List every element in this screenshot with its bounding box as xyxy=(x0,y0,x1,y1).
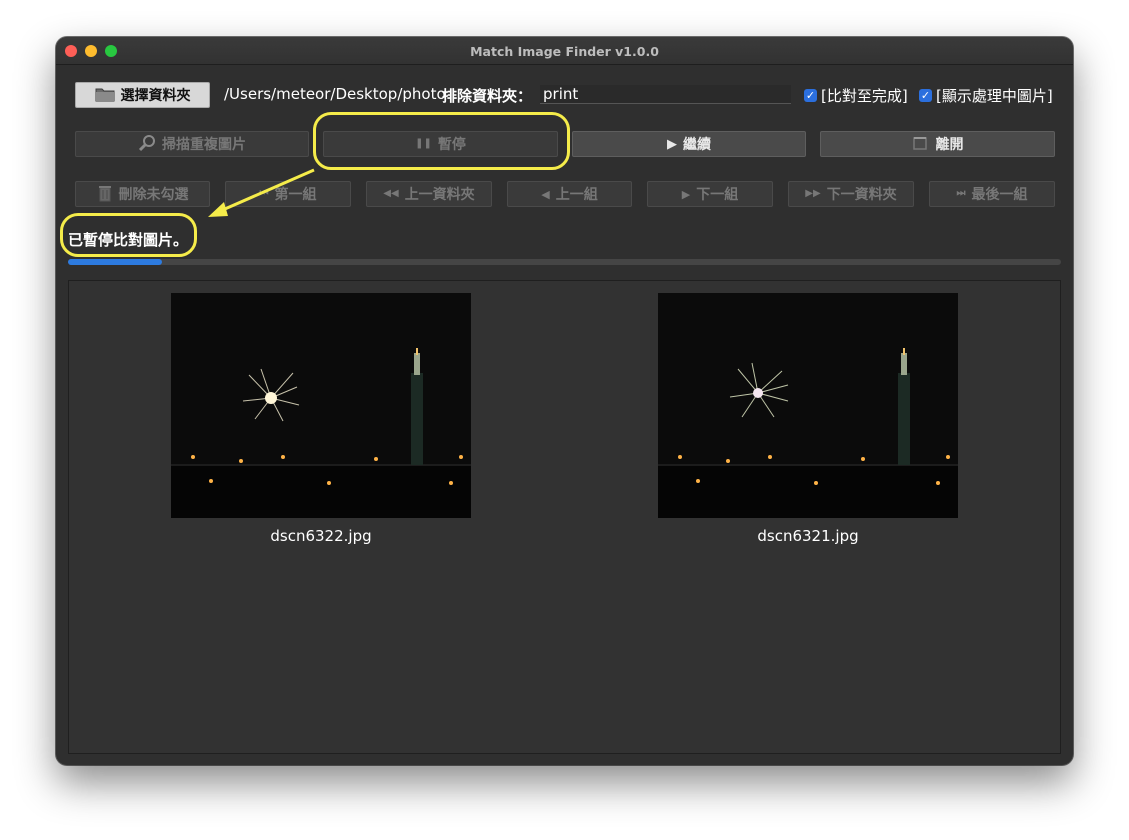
previous-folder-label: 上一資料夾 xyxy=(404,187,475,203)
skip-last-icon: ⏭ xyxy=(956,188,966,199)
annotation-arrow xyxy=(208,168,315,217)
trash-icon xyxy=(97,184,113,205)
exclude-folder-input[interactable]: print xyxy=(540,85,791,104)
delete-unchecked-button[interactable]: 刪除未勾選 xyxy=(75,181,210,207)
next-folder-label: 下一資料夾 xyxy=(826,187,897,203)
show-processing-images-checkbox[interactable]: ✓ [顯示處理中圖片] xyxy=(919,85,1053,106)
exclude-folder-label: 排除資料夾： xyxy=(442,87,533,105)
exit-label: 離開 xyxy=(935,137,964,153)
next-group-label: 下一組 xyxy=(696,187,739,203)
last-group-label: 最後一組 xyxy=(971,187,1028,203)
status-message: 已暫停比對圖片。 xyxy=(68,231,189,249)
image-filename-right: dscn6321.jpg xyxy=(757,527,859,545)
next-group-button[interactable]: ▶ 下一組 xyxy=(647,181,773,207)
image-compare-panel: dscn6322.jpg dscn6321.jpg xyxy=(68,280,1061,754)
previous-folder-button[interactable]: ◀◀ 上一資料夾 xyxy=(366,181,492,207)
exit-button[interactable]: 離開 xyxy=(820,131,1055,157)
checkbox-checked-icon: ✓ xyxy=(919,89,932,102)
compare-to-complete-label: [比對至完成] xyxy=(821,87,908,105)
previous-group-label: 上一組 xyxy=(555,187,598,203)
continue-label: 繼續 xyxy=(683,137,711,153)
last-group-button[interactable]: ⏭ 最後一組 xyxy=(929,181,1055,207)
checkbox-checked-icon: ✓ xyxy=(804,89,817,102)
exit-icon xyxy=(912,135,930,154)
fast-forward-icon: ▶▶ xyxy=(805,188,821,199)
next-icon: ▶ xyxy=(681,187,691,201)
choose-folder-label: 選擇資料夾 xyxy=(120,88,191,104)
show-processing-images-label: [顯示處理中圖片] xyxy=(936,87,1053,105)
app-window: Match Image Finder v1.0.0 選擇資料夾 /Users/m… xyxy=(56,37,1073,765)
continue-button[interactable]: ▶ 繼續 xyxy=(572,131,806,157)
next-folder-button[interactable]: ▶▶ 下一資料夾 xyxy=(788,181,914,207)
image-filename-left: dscn6322.jpg xyxy=(270,527,372,545)
delete-unchecked-label: 刪除未勾選 xyxy=(118,187,189,203)
scan-duplicates-button[interactable]: 掃描重複圖片 xyxy=(75,131,309,157)
previous-group-button[interactable]: ◀ 上一組 xyxy=(507,181,632,207)
scan-duplicates-label: 掃描重複圖片 xyxy=(162,137,246,153)
play-icon: ▶ xyxy=(667,136,677,152)
folder-icon xyxy=(95,86,115,105)
pause-button[interactable]: ❚❚ 暫停 xyxy=(323,131,558,157)
rewind-icon: ◀◀ xyxy=(383,188,399,199)
title-bar: Match Image Finder v1.0.0 xyxy=(56,37,1073,65)
magnifier-icon xyxy=(138,134,156,155)
prev-icon: ◀ xyxy=(541,187,550,201)
choose-folder-button[interactable]: 選擇資料夾 xyxy=(75,82,210,108)
folder-path: /Users/meteor/Desktop/photo xyxy=(224,85,446,103)
image-thumbnail-left[interactable] xyxy=(171,293,471,518)
progress-bar-fill xyxy=(68,259,163,265)
window-title: Match Image Finder v1.0.0 xyxy=(470,44,659,59)
compare-to-complete-checkbox[interactable]: ✓ [比對至完成] xyxy=(804,85,908,106)
progress-bar xyxy=(68,259,1061,265)
pause-icon: ❚❚ xyxy=(415,138,432,149)
pause-label: 暫停 xyxy=(437,137,466,153)
image-thumbnail-right[interactable] xyxy=(658,293,958,518)
